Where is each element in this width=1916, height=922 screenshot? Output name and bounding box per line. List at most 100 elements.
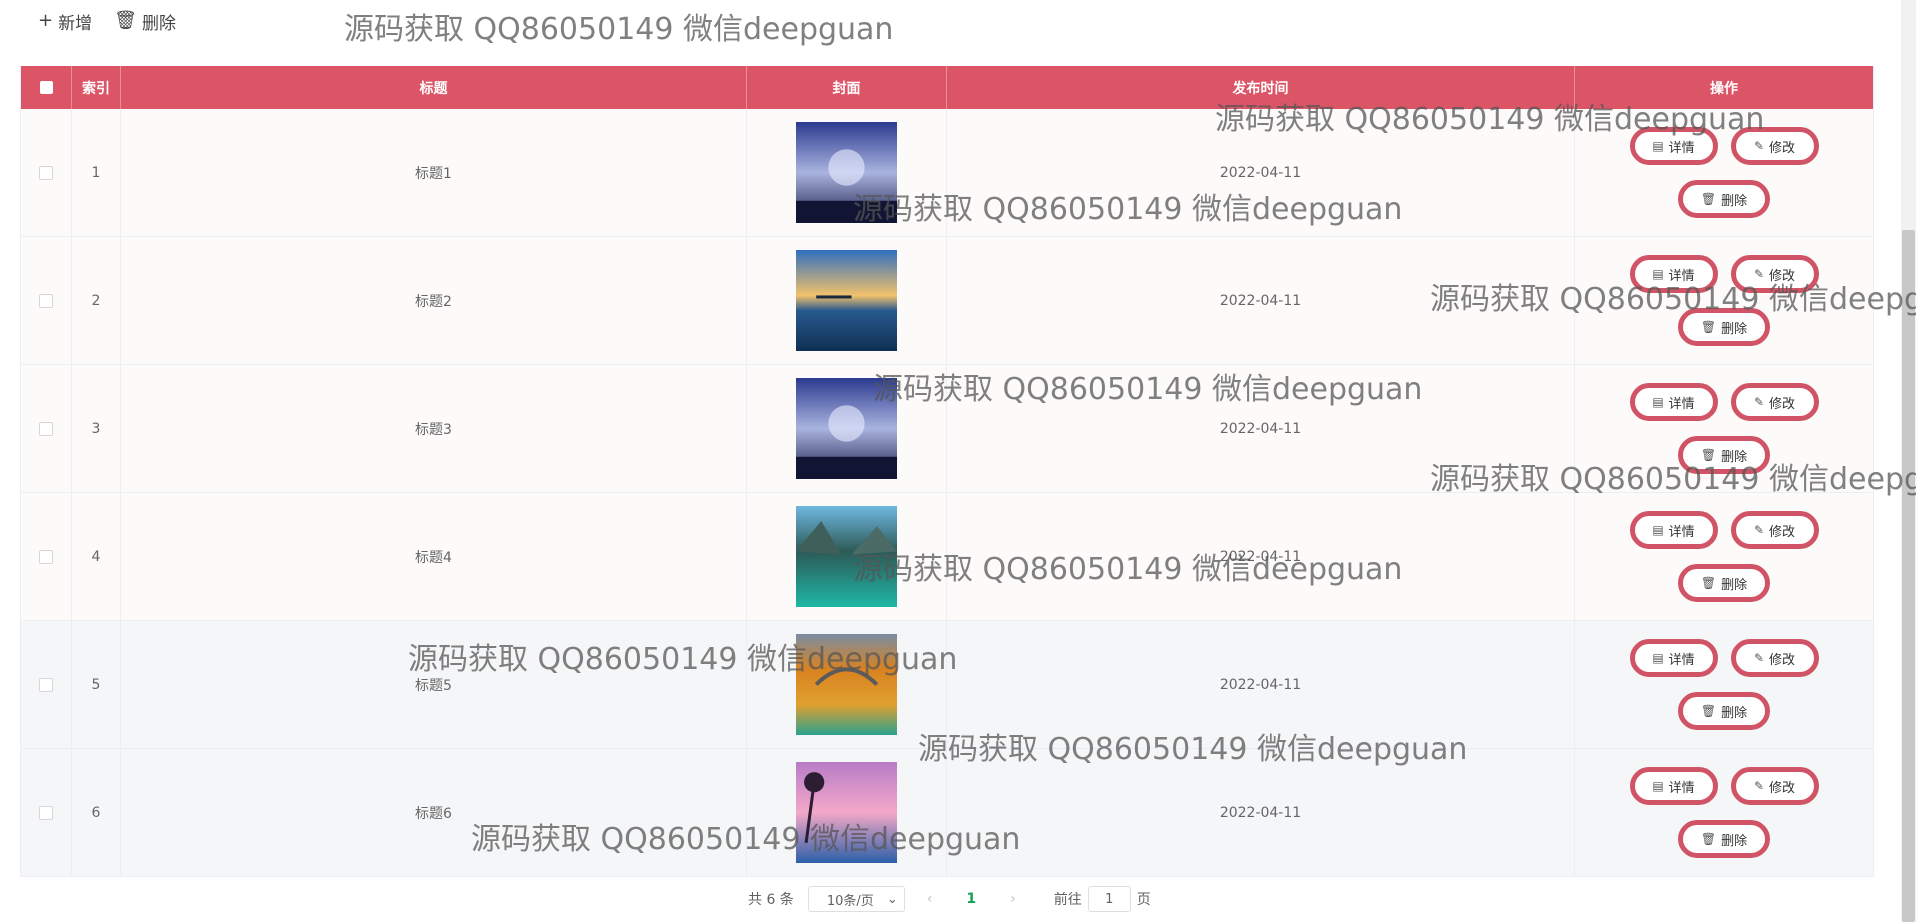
cover-landscape-icon[interactable] [796, 378, 897, 479]
delete-button[interactable]: 🗑 删除 [1678, 308, 1770, 346]
table-row: 6 标题6 2022-04-11 ▤ 详情 ✎ 修改 🗑 删除 [21, 749, 1873, 877]
row-select[interactable] [21, 365, 72, 492]
page-size-select[interactable]: 10条/页 ⌄ [807, 886, 905, 912]
row-index: 3 [72, 365, 121, 492]
chevron-down-icon: ⌄ [886, 891, 898, 907]
row-actions: ▤ 详情 ✎ 修改 🗑 删除 [1575, 493, 1873, 620]
document-icon: ▤ [1652, 523, 1664, 537]
row-title: 标题1 [121, 109, 747, 236]
detail-button[interactable]: ▤ 详情 [1629, 383, 1718, 421]
row-title: 标题3 [121, 365, 747, 492]
row-cover [747, 749, 947, 876]
delete-button[interactable]: 🗑 删除 [1678, 436, 1770, 474]
prev-page-button[interactable]: ‹ [927, 891, 933, 907]
delete-button[interactable]: 🗑 删除 [1678, 820, 1770, 858]
row-checkbox[interactable] [39, 805, 53, 820]
table-row: 4 标题4 2022-04-11 ▤ 详情 ✎ 修改 🗑 删除 [21, 493, 1873, 621]
table-row: 2 标题2 2022-04-11 ▤ 详情 ✎ 修改 🗑 删除 [21, 237, 1873, 365]
plus-icon: + [38, 10, 54, 31]
row-select[interactable] [21, 493, 72, 620]
header-title: 标题 [121, 66, 747, 109]
trash-icon: 🗑 [1700, 704, 1717, 718]
row-checkbox[interactable] [39, 549, 53, 564]
cover-beach-icon[interactable] [796, 762, 897, 863]
cover-lake-icon[interactable] [796, 506, 897, 607]
edit-button[interactable]: ✎ 修改 [1730, 767, 1819, 805]
delete-button[interactable]: 🗑 删除 [1678, 180, 1770, 218]
scrollbar[interactable] [1901, 0, 1916, 922]
select-all-checkbox[interactable] [39, 81, 53, 94]
header-select-all[interactable] [21, 66, 72, 109]
row-actions: ▤ 详情 ✎ 修改 🗑 删除 [1575, 365, 1873, 492]
goto-page-input[interactable]: 1 [1087, 886, 1131, 912]
add-button[interactable]: + 新增 [38, 9, 92, 34]
row-select[interactable] [21, 109, 72, 236]
row-checkbox[interactable] [39, 421, 53, 436]
data-table: 索引 标题 封面 发布时间 操作 1 标题1 2022-04-11 ▤ 详情 ✎ 修改 🗑 删除… [20, 66, 1874, 877]
row-select[interactable] [21, 237, 72, 364]
row-date: 2022-04-11 [947, 749, 1575, 876]
document-icon: ▤ [1652, 395, 1664, 409]
header-actions: 操作 [1710, 80, 1738, 97]
table-row: 3 标题3 2022-04-11 ▤ 详情 ✎ 修改 🗑 删除 [21, 365, 1873, 493]
detail-button[interactable]: ▤ 详情 [1629, 767, 1718, 805]
row-select[interactable] [21, 621, 72, 748]
document-icon: ▤ [1652, 139, 1664, 153]
document-icon: ▤ [1652, 267, 1664, 281]
detail-button[interactable]: ▤ 详情 [1629, 511, 1718, 549]
row-cover [747, 493, 947, 620]
trash-icon: 🗑 [1700, 320, 1717, 334]
edit-button[interactable]: ✎ 修改 [1730, 255, 1819, 293]
delete-button[interactable]: 🗑 删除 [1678, 564, 1770, 602]
edit-button[interactable]: ✎ 修改 [1730, 639, 1819, 677]
pagination: 共 6 条 10条/页 ⌄ ‹ 1 › 前往 1 页 [748, 886, 1151, 912]
table-row: 1 标题1 2022-04-11 ▤ 详情 ✎ 修改 🗑 删除 [21, 109, 1873, 237]
row-index: 2 [72, 237, 121, 364]
edit-button[interactable]: ✎ 修改 [1730, 127, 1819, 165]
pencil-icon: ✎ [1753, 651, 1765, 665]
row-date: 2022-04-11 [947, 365, 1575, 492]
row-index: 4 [72, 493, 121, 620]
row-actions: ▤ 详情 ✎ 修改 🗑 删除 [1575, 109, 1873, 236]
edit-button[interactable]: ✎ 修改 [1730, 383, 1819, 421]
edit-button[interactable]: ✎ 修改 [1730, 511, 1819, 549]
document-icon: ▤ [1652, 651, 1664, 665]
table-row: 5 标题5 2022-04-11 ▤ 详情 ✎ 修改 🗑 删除 [21, 621, 1873, 749]
row-actions: ▤ 详情 ✎ 修改 🗑 删除 [1575, 749, 1873, 876]
cover-autumn-icon[interactable] [796, 634, 897, 735]
batch-delete-button[interactable]: 🗑 删除 [114, 9, 176, 34]
detail-button[interactable]: ▤ 详情 [1629, 639, 1718, 677]
trash-icon: 🗑 [114, 10, 137, 31]
next-page-button[interactable]: › [1010, 891, 1016, 907]
trash-icon: 🗑 [1700, 448, 1717, 462]
table-header: 索引 标题 封面 发布时间 操作 [21, 66, 1873, 109]
row-date: 2022-04-11 [947, 621, 1575, 748]
row-actions: ▤ 详情 ✎ 修改 🗑 删除 [1575, 621, 1873, 748]
row-checkbox[interactable] [39, 677, 53, 692]
header-index: 索引 [72, 66, 121, 109]
cover-landscape-icon[interactable] [796, 122, 897, 223]
toolbar: + 新增 🗑 删除 [38, 8, 176, 34]
row-checkbox[interactable] [39, 293, 53, 308]
goto-page: 前往 1 页 [1054, 886, 1151, 912]
pencil-icon: ✎ [1753, 523, 1765, 537]
row-date: 2022-04-11 [947, 493, 1575, 620]
pencil-icon: ✎ [1753, 267, 1765, 281]
scrollbar-thumb[interactable] [1902, 230, 1915, 922]
trash-icon: 🗑 [1700, 576, 1717, 590]
row-title: 标题6 [121, 749, 747, 876]
row-select[interactable] [21, 749, 72, 876]
page-number[interactable]: 1 [966, 891, 976, 907]
detail-button[interactable]: ▤ 详情 [1629, 255, 1718, 293]
delete-button[interactable]: 🗑 删除 [1678, 692, 1770, 730]
cover-sunset-icon[interactable] [796, 250, 897, 351]
row-cover [747, 109, 947, 236]
row-checkbox[interactable] [39, 165, 53, 180]
row-index: 1 [72, 109, 121, 236]
total-count: 共 6 条 [748, 892, 794, 908]
row-index: 5 [72, 621, 121, 748]
detail-button[interactable]: ▤ 详情 [1629, 127, 1718, 165]
trash-icon: 🗑 [1700, 192, 1717, 206]
row-actions: ▤ 详情 ✎ 修改 🗑 删除 [1575, 237, 1873, 364]
row-title: 标题5 [121, 621, 747, 748]
